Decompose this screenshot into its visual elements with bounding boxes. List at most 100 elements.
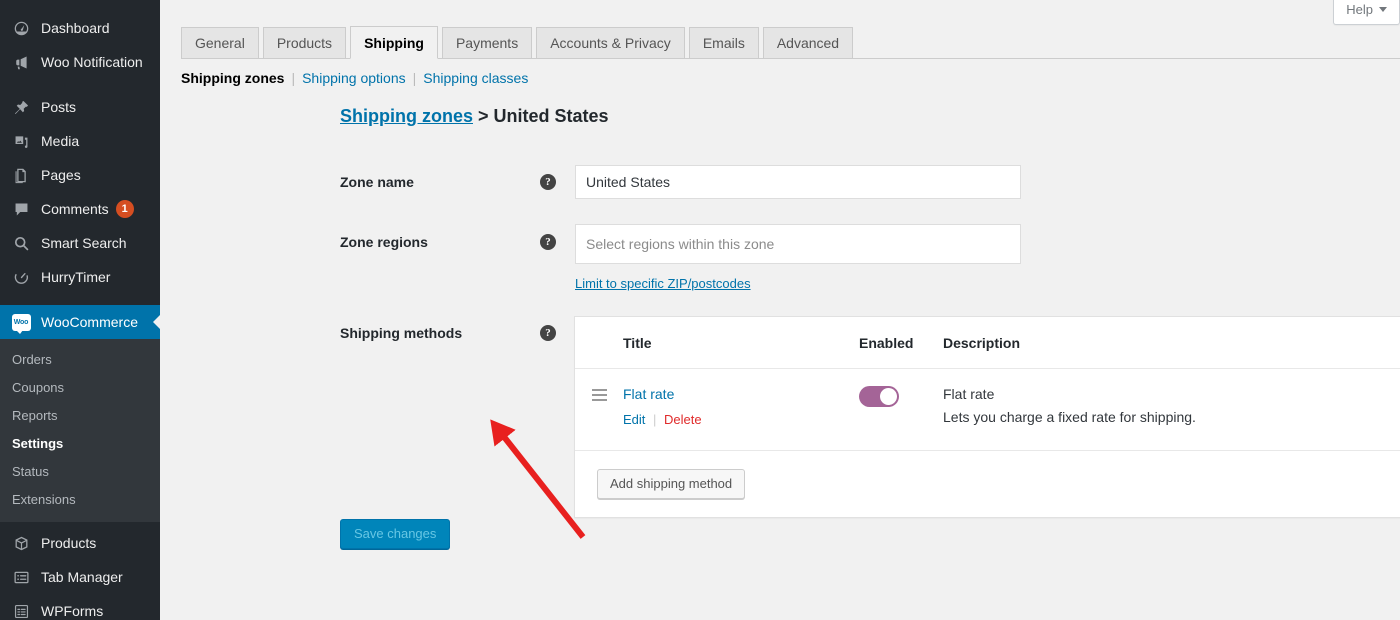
admin-page: Dashboard Woo Notification Posts Media P… [0, 0, 1400, 620]
settings-tabs: General Products Shipping Payments Accou… [181, 26, 1400, 59]
media-icon [10, 131, 32, 151]
comment-icon [10, 199, 32, 219]
sidebar-item-hurrytimer[interactable]: HurryTimer [0, 260, 160, 294]
sidebar-item-comments[interactable]: Comments 1 [0, 192, 160, 226]
sidebar-item-posts[interactable]: Posts [0, 90, 160, 124]
pages-icon [10, 165, 32, 185]
woo-badge-label: Woo [11, 313, 31, 334]
chevron-down-icon [1379, 7, 1387, 12]
sidebar-item-label: Comments [41, 201, 109, 217]
submenu-item-extensions[interactable]: Extensions [0, 486, 160, 514]
submenu-item-reports[interactable]: Reports [0, 402, 160, 430]
edit-link[interactable]: Edit [623, 412, 645, 427]
breadcrumb-link-shipping-zones[interactable]: Shipping zones [340, 106, 473, 126]
help-tip-icon[interactable]: ? [540, 325, 556, 341]
wpforms-icon [10, 601, 32, 620]
shipping-methods-label: Shipping methods [340, 325, 463, 341]
column-header-title: Title [623, 334, 652, 351]
sidebar-item-products[interactable]: Products [0, 526, 160, 560]
sidebar-item-smart-search[interactable]: Smart Search [0, 226, 160, 260]
submenu-item-orders[interactable]: Orders [0, 346, 160, 374]
sidebar-item-pages[interactable]: Pages [0, 158, 160, 192]
tab-emails[interactable]: Emails [688, 27, 759, 58]
woocommerce-icon: Woo [10, 312, 32, 334]
tab-manager-icon [10, 567, 32, 587]
sidebar-item-label: WooCommerce [41, 314, 138, 330]
subnav-separator: | [412, 70, 417, 86]
megaphone-icon [10, 52, 32, 72]
woocommerce-submenu: Orders Coupons Reports Settings Status E… [0, 339, 160, 522]
table-footer: Add shipping method [575, 451, 1400, 517]
breadcrumb: Shipping zones > United States [340, 106, 609, 127]
sidebar-item-woocommerce[interactable]: Woo WooCommerce [0, 305, 161, 339]
table-row: Flat rate Edit | Delete Flat rate Lets y… [575, 369, 1400, 451]
submenu-item-status[interactable]: Status [0, 458, 160, 486]
enabled-toggle[interactable] [859, 386, 899, 407]
status-badge: 1 [115, 200, 134, 218]
tab-advanced[interactable]: Advanced [762, 27, 854, 58]
search-icon [10, 233, 32, 253]
sidebar-item-label: Woo Notification [41, 54, 143, 70]
breadcrumb-separator: > [478, 106, 489, 126]
column-header-description: Description [943, 334, 1021, 351]
sidebar-item-label: Dashboard [41, 20, 110, 36]
sidebar-item-label: Pages [41, 167, 81, 183]
limit-zip-postcodes-link[interactable]: Limit to specific ZIP/postcodes [575, 276, 751, 291]
dashboard-icon [10, 18, 32, 38]
sidebar-item-woo-notification[interactable]: Woo Notification [0, 45, 160, 79]
table-header-row: Title Enabled Description [575, 317, 1400, 369]
zone-name-label: Zone name [340, 174, 414, 190]
zone-name-row: Zone name ? [340, 165, 1021, 199]
pin-icon [10, 97, 32, 117]
shipping-methods-row: Shipping methods ? [340, 325, 556, 341]
header-handle-spacer [575, 341, 623, 344]
tab-payments[interactable]: Payments [441, 27, 533, 58]
sidebar-item-label: Tab Manager [41, 569, 123, 585]
breadcrumb-current: United States [493, 106, 609, 126]
subnav-shipping-zones[interactable]: Shipping zones [181, 70, 284, 86]
sidebar-item-wpforms[interactable]: WPForms [0, 594, 160, 620]
method-description-text: Lets you charge a fixed rate for shippin… [943, 409, 1196, 425]
sidebar-divider [0, 294, 160, 305]
help-button-label: Help [1346, 2, 1373, 17]
sidebar-divider [0, 79, 160, 90]
method-title-link[interactable]: Flat rate [623, 386, 859, 402]
method-description-title: Flat rate [943, 386, 995, 402]
drag-handle-icon[interactable] [591, 389, 607, 401]
save-changes-button[interactable]: Save changes [340, 519, 451, 549]
shipping-subnav: Shipping zones | Shipping options | Ship… [181, 70, 528, 86]
main-content: Help General Products Shipping Payments … [160, 0, 1400, 620]
help-tip-icon[interactable]: ? [540, 234, 556, 250]
products-icon [10, 533, 32, 553]
delete-link[interactable]: Delete [664, 412, 702, 427]
tab-general[interactable]: General [181, 27, 259, 58]
tab-accounts-privacy[interactable]: Accounts & Privacy [536, 27, 685, 58]
sidebar-item-tab-manager[interactable]: Tab Manager [0, 560, 160, 594]
tab-shipping[interactable]: Shipping [350, 26, 438, 59]
sidebar-item-label: HurryTimer [41, 269, 111, 285]
submenu-item-coupons[interactable]: Coupons [0, 374, 160, 402]
submenu-item-settings[interactable]: Settings [0, 430, 160, 458]
sidebar-item-label: Posts [41, 99, 77, 115]
timer-icon [10, 267, 32, 287]
action-separator: | [653, 412, 657, 427]
add-shipping-method-button[interactable]: Add shipping method [597, 469, 746, 499]
shipping-methods-table: Title Enabled Description Flat rate Edit… [574, 316, 1400, 518]
sidebar-item-dashboard[interactable]: Dashboard [0, 11, 160, 45]
sidebar-item-media[interactable]: Media [0, 124, 160, 158]
zone-name-input[interactable] [575, 165, 1021, 199]
sidebar-item-label: Media [41, 133, 80, 149]
column-header-enabled: Enabled [859, 334, 914, 351]
sidebar-item-label: Products [41, 535, 97, 551]
zone-regions-select[interactable]: Select regions within this zone [575, 224, 1021, 264]
row-actions: Edit | Delete [623, 412, 702, 427]
admin-sidebar: Dashboard Woo Notification Posts Media P… [0, 0, 161, 620]
tab-products[interactable]: Products [262, 27, 347, 58]
sidebar-item-label: WPForms [41, 603, 104, 619]
sidebar-item-label: Smart Search [41, 235, 127, 251]
subnav-shipping-options[interactable]: Shipping options [302, 70, 406, 86]
help-button[interactable]: Help [1333, 0, 1400, 25]
help-tip-icon[interactable]: ? [540, 174, 556, 190]
subnav-shipping-classes[interactable]: Shipping classes [423, 70, 528, 86]
zone-regions-placeholder: Select regions within this zone [586, 236, 775, 252]
